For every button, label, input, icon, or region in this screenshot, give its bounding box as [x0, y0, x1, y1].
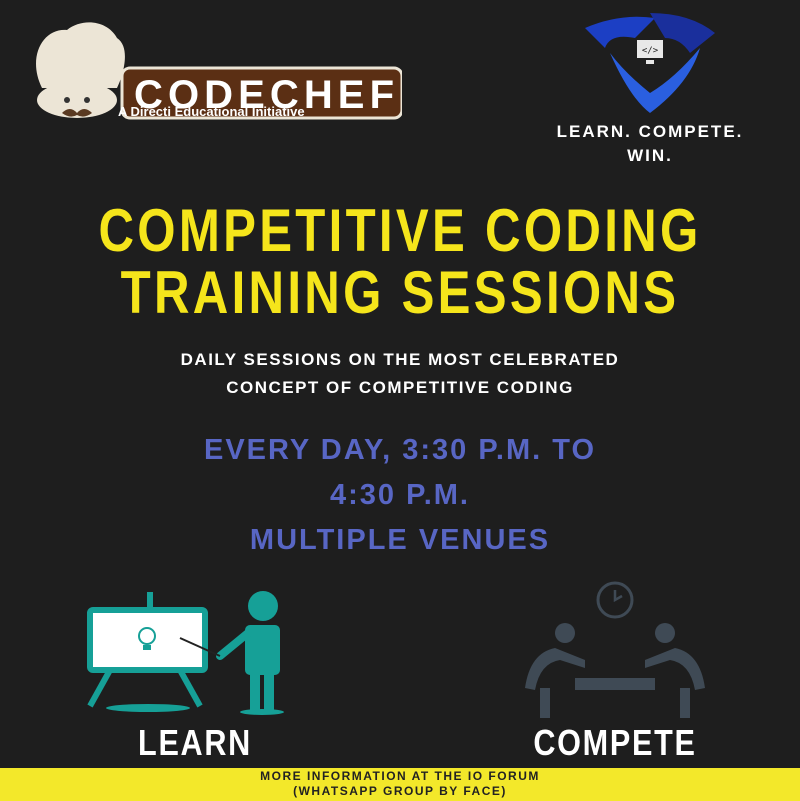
schedule-time-end: 4:30 P.M. — [330, 479, 470, 511]
compete-label: COMPETE — [533, 722, 697, 763]
schedule: EVERY DAY, 3:30 P.M. TO 4:30 P.M. MULTIP… — [0, 428, 800, 563]
tagline-line: LEARN. COMPETE. — [556, 122, 744, 141]
subtitle-line: CONCEPT OF COMPETITIVE CODING — [226, 378, 574, 397]
title-line-1: COMPETITIVE CODING — [98, 197, 702, 264]
svg-text:</>: </> — [642, 46, 659, 56]
schedule-time: EVERY DAY, 3:30 P.M. TO — [203, 434, 597, 466]
subtitle: DAILY SESSIONS ON THE MOST CELEBRATED CO… — [0, 346, 800, 402]
teacher-whiteboard-icon — [87, 591, 284, 715]
tagline-line: WIN. — [627, 146, 673, 165]
schedule-venues: MULTIPLE VENUES — [249, 524, 551, 556]
footer-line: MORE INFORMATION AT THE IO FORUM — [260, 769, 540, 783]
footer-banner: MORE INFORMATION AT THE IO FORUM (WHATSA… — [0, 768, 800, 801]
subtitle-line: DAILY SESSIONS ON THE MOST CELEBRATED — [180, 350, 620, 369]
codechef-subtitle: A Directi Educational Initiative — [118, 104, 305, 119]
shield-code-monitor-icon: </> — [585, 13, 715, 113]
footer-line: (WHATSAPP GROUP BY FACE) — [293, 784, 507, 798]
title-line-2: TRAINING SESSIONS — [120, 259, 680, 326]
tagline: LEARN. COMPETE. WIN. — [505, 120, 795, 168]
competitors-clock-icon — [525, 581, 705, 718]
learn-label: LEARN — [138, 722, 252, 763]
